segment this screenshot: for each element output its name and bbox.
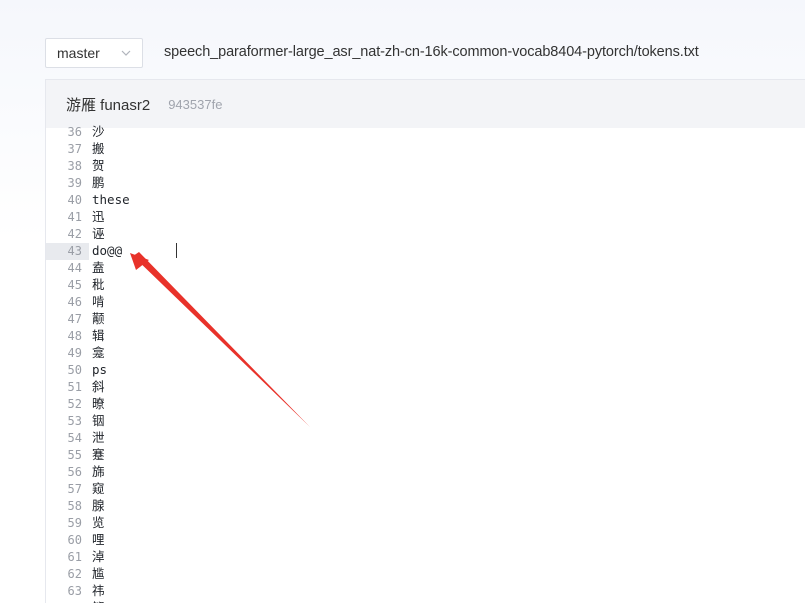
code-line: 42 诬 (46, 225, 805, 242)
line-number[interactable]: 46 (46, 294, 89, 311)
line-number[interactable]: 49 (46, 345, 89, 362)
code-line: 55 蹇 (46, 446, 805, 463)
code-line: 43 do@@ (46, 242, 805, 260)
code-line: 36 沙 (46, 123, 805, 140)
line-number[interactable]: 50 (46, 362, 89, 379)
line-text: 搬 (92, 141, 105, 156)
line-number[interactable]: 48 (46, 328, 89, 345)
commit-hash[interactable]: 943537fe (168, 97, 222, 112)
line-text: 铟 (92, 413, 105, 428)
code-line: 48 辑 (46, 327, 805, 344)
line-number[interactable]: 42 (46, 226, 89, 243)
line-number[interactable]: 59 (46, 515, 89, 532)
line-text: 沙 (92, 124, 105, 139)
line-text: 旆 (92, 464, 105, 479)
line-text: 啃 (92, 294, 105, 309)
line-number[interactable]: 53 (46, 413, 89, 430)
code-line: 47 颟 (46, 310, 805, 327)
line-number[interactable]: 43 (46, 243, 89, 260)
line-number[interactable]: 38 (46, 158, 89, 175)
code-line: 46 啃 (46, 293, 805, 310)
line-number[interactable]: 54 (46, 430, 89, 447)
code-line: 50 ps (46, 361, 805, 378)
line-number[interactable]: 60 (46, 532, 89, 549)
code-line: 58 腺 (46, 497, 805, 514)
code-line: 37 搬 (46, 140, 805, 157)
line-number[interactable]: 51 (46, 379, 89, 396)
code-line: 63 祎 (46, 582, 805, 599)
code-line: 52 暸 (46, 395, 805, 412)
line-text: 贺 (92, 158, 105, 173)
page: master speech_paraformer-large_asr_nat-z… (0, 0, 805, 603)
line-text: 秕 (92, 277, 105, 292)
line-number[interactable]: 56 (46, 464, 89, 481)
line-text: 鲣 (89, 599, 105, 603)
file-viewer: 游雁 funasr2 943537fe 36 沙 37 搬 38 贺 39 鹏 40 these 4… (45, 79, 805, 603)
code-line: 38 贺 (46, 157, 805, 174)
line-text: 泄 (92, 430, 105, 445)
line-number[interactable]: 39 (46, 175, 89, 192)
line-number[interactable]: 44 (46, 260, 89, 277)
line-number[interactable]: 40 (46, 192, 89, 209)
text-cursor (176, 243, 177, 258)
line-text: 窥 (92, 481, 105, 496)
line-text: 淖 (92, 549, 105, 564)
line-number[interactable]: 61 (46, 549, 89, 566)
code-line: 44 盍 (46, 259, 805, 276)
line-text: 龛 (92, 345, 105, 360)
line-text: 鹏 (92, 175, 105, 190)
commit-author[interactable]: 游雁 funasr2 (66, 94, 150, 115)
code-line: 51 斜 (46, 378, 805, 395)
line-text: 斜 (92, 379, 105, 394)
file-path: speech_paraformer-large_asr_nat-zh-cn-16… (164, 44, 699, 60)
line-text: 哩 (92, 532, 105, 547)
code-line: 49 龛 (46, 344, 805, 361)
code-line: 56 旆 (46, 463, 805, 480)
line-text: 祎 (92, 583, 105, 598)
code-line: 40 these (46, 191, 805, 208)
code-line: 61 淖 (46, 548, 805, 565)
branch-label: master (57, 45, 100, 61)
code-view: 36 沙 37 搬 38 贺 39 鹏 40 these 41 迅 42 诬 43 do@@ 44 盍 45 秕 46 啃… (46, 123, 805, 603)
branch-select[interactable]: master (45, 38, 143, 68)
line-number[interactable]: 47 (46, 311, 89, 328)
line-number[interactable]: 36 (46, 124, 89, 141)
code-line: 64鲣 (46, 599, 805, 603)
code-line: 59 览 (46, 514, 805, 531)
line-text: 辑 (92, 328, 105, 343)
code-line: 62 尴 (46, 565, 805, 582)
code-line: 57 窥 (46, 480, 805, 497)
line-number[interactable]: 52 (46, 396, 89, 413)
line-text: ps (92, 362, 108, 377)
line-text: do@@ (92, 243, 123, 258)
line-number[interactable]: 57 (46, 481, 89, 498)
code-line: 39 鹏 (46, 174, 805, 191)
line-text: 尴 (92, 566, 105, 581)
code-line: 45 秕 (46, 276, 805, 293)
line-text: 诬 (92, 226, 105, 241)
code-line: 53 铟 (46, 412, 805, 429)
line-text: 颟 (92, 311, 105, 326)
line-number[interactable]: 41 (46, 209, 89, 226)
line-number[interactable]: 62 (46, 566, 89, 583)
line-text: 蹇 (92, 447, 105, 462)
chevron-down-icon (121, 50, 131, 56)
line-text: 暸 (92, 396, 105, 411)
line-number[interactable]: 55 (46, 447, 89, 464)
code-line: 60 哩 (46, 531, 805, 548)
line-text: 览 (92, 515, 105, 530)
line-number[interactable]: 45 (46, 277, 89, 294)
line-text: 腺 (92, 498, 105, 513)
line-number[interactable]: 58 (46, 498, 89, 515)
line-number[interactable]: 63 (46, 583, 89, 600)
line-text: 盍 (92, 260, 105, 275)
code-line: 54 泄 (46, 429, 805, 446)
line-number[interactable]: 37 (46, 141, 89, 158)
line-text: these (92, 192, 130, 207)
code-line: 41 迅 (46, 208, 805, 225)
file-header: 游雁 funasr2 943537fe (46, 80, 805, 128)
line-text: 迅 (92, 209, 105, 224)
